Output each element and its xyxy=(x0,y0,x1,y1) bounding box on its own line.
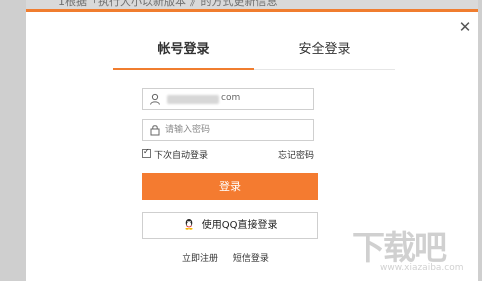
username-value: com xyxy=(221,93,241,103)
user-icon xyxy=(150,93,160,105)
login-tabs: 帐号登录 安全登录 xyxy=(113,37,395,70)
qq-login-button[interactable]: 使用QQ直接登录 xyxy=(142,212,318,239)
bottom-links: 立即注册 短信登录 xyxy=(182,251,269,264)
qq-penguin-icon xyxy=(184,219,193,230)
login-button[interactable]: 登录 xyxy=(142,173,318,200)
watermark-logo: 下载吧 xyxy=(352,228,447,267)
qq-login-label: 使用QQ直接登录 xyxy=(201,220,278,231)
watermark: 下载吧 www.xiazaiba.com xyxy=(352,221,464,273)
tab-account-login[interactable]: 帐号登录 xyxy=(113,37,254,70)
login-options: 下次自动登录 忘记密码 xyxy=(142,147,314,161)
tab-secure-login[interactable]: 安全登录 xyxy=(254,37,395,68)
background-strip xyxy=(0,0,26,281)
password-input[interactable] xyxy=(165,122,309,138)
forgot-password-link[interactable]: 忘记密码 xyxy=(278,148,314,161)
auto-login-checkbox[interactable] xyxy=(142,147,151,158)
background-strip-right xyxy=(478,0,482,281)
password-field[interactable] xyxy=(142,119,314,141)
watermark-url: www.xiazaiba.com xyxy=(380,263,464,273)
auto-login-label[interactable]: 下次自动登录 xyxy=(154,148,208,161)
lock-icon xyxy=(150,125,160,136)
background-text: 1根据「执行大小以新版本 》的方式更新信息 xyxy=(58,0,278,8)
username-obscured xyxy=(167,95,219,104)
username-field[interactable]: com xyxy=(142,88,314,110)
sms-login-link[interactable]: 短信登录 xyxy=(233,254,269,264)
register-link[interactable]: 立即注册 xyxy=(182,254,218,264)
close-icon[interactable]: ✕ xyxy=(458,20,472,35)
